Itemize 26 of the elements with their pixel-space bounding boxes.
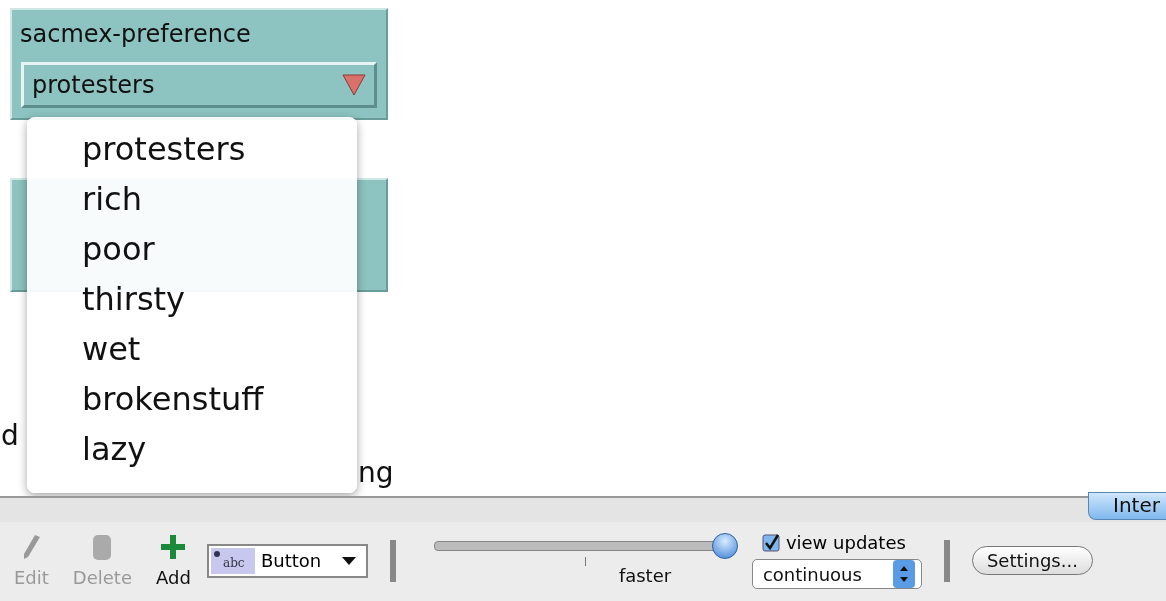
slider-label: faster xyxy=(618,564,672,586)
menu-item[interactable]: lazy xyxy=(27,424,357,474)
menu-item[interactable]: brokenstuff xyxy=(27,374,357,424)
add-button[interactable]: Add xyxy=(156,533,191,588)
checkbox-label: view updates xyxy=(785,532,906,553)
caret-icon xyxy=(341,556,356,565)
triangle-icon xyxy=(342,74,366,96)
menu-item[interactable]: poor xyxy=(27,224,357,274)
speed-slider[interactable]: faster xyxy=(433,530,734,591)
menu-item[interactable]: thirsty xyxy=(27,274,357,324)
note-text: d xyxy=(1,419,19,452)
settings-button[interactable]: Settings... xyxy=(971,546,1093,575)
chooser-label: sacmex-preference xyxy=(20,20,251,48)
update-mode-dropdown[interactable]: continuous xyxy=(751,559,922,589)
stepper-icon xyxy=(892,560,915,588)
button-widget-icon: abc xyxy=(210,547,255,574)
widget-type-dropdown[interactable]: abc Button xyxy=(206,543,368,578)
slider-thumb[interactable] xyxy=(711,532,738,559)
note-text: ng xyxy=(358,456,394,489)
checkbox[interactable] xyxy=(761,533,780,552)
menu-item[interactable]: protesters xyxy=(27,124,357,174)
menu-item[interactable]: rich xyxy=(27,174,357,224)
interface-tab[interactable]: Inter xyxy=(1088,492,1166,520)
plus-icon xyxy=(160,533,187,561)
menu-item[interactable]: wet xyxy=(27,324,357,374)
chooser-dropdown[interactable]: protesters xyxy=(21,62,377,108)
